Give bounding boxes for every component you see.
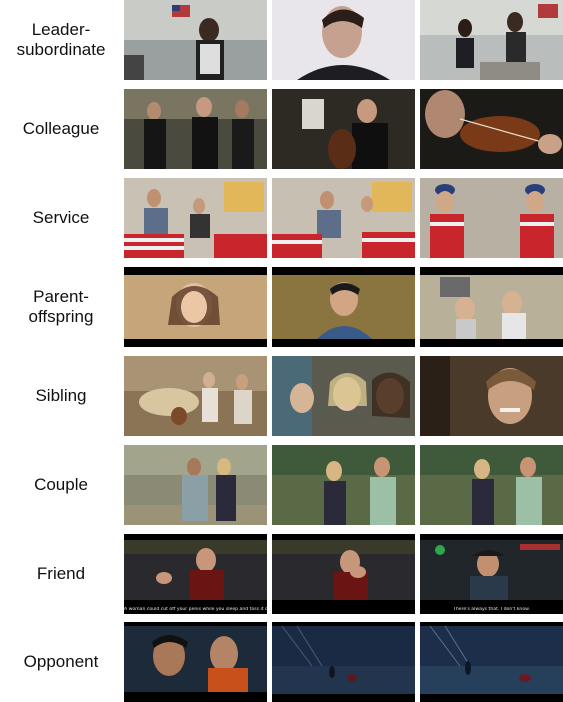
frame-2 xyxy=(272,178,415,258)
frame-2 xyxy=(272,534,415,614)
frame-2 xyxy=(272,0,415,80)
row-label: Friend xyxy=(36,564,86,583)
row-leader-subordinate: Leader- subordinate xyxy=(0,0,563,80)
frame-3 xyxy=(420,0,563,80)
frame-2 xyxy=(272,445,415,525)
row-label: Parent- offspring xyxy=(28,287,94,326)
row-label: Sibling xyxy=(35,386,87,405)
frame-1: A woman could cut off your penis while y… xyxy=(124,534,267,614)
frame-1 xyxy=(124,356,267,436)
row-label: Leader- subordinate xyxy=(16,20,106,59)
frame-3 xyxy=(420,89,563,169)
row-label: Colleague xyxy=(22,119,100,138)
frame-2 xyxy=(272,356,415,436)
row-label: Service xyxy=(32,208,90,227)
frame-3 xyxy=(420,267,563,347)
subtitle: There's always that. I don't know. xyxy=(453,606,530,612)
frame-3: There's always that. I don't know. xyxy=(420,534,563,614)
frame-3 xyxy=(420,622,563,702)
row-colleague: Colleague xyxy=(0,89,563,169)
frame-3 xyxy=(420,445,563,525)
frame-2 xyxy=(272,89,415,169)
row-opponent: Opponent xyxy=(0,622,563,702)
frame-1 xyxy=(124,267,267,347)
frame-3 xyxy=(420,356,563,436)
frame-3 xyxy=(420,178,563,258)
frame-2 xyxy=(272,267,415,347)
frame-1 xyxy=(124,0,267,80)
row-service: Service xyxy=(0,178,563,258)
frame-2 xyxy=(272,622,415,702)
row-label: Couple xyxy=(34,475,88,494)
frame-1 xyxy=(124,622,267,702)
frame-1 xyxy=(124,178,267,258)
row-friend: Friend A woman could cut off your penis … xyxy=(0,534,563,614)
relationship-grid: Leader- subordinate Colleague Service Pa… xyxy=(0,0,563,702)
row-parent-offspring: Parent- offspring xyxy=(0,267,563,347)
row-sibling: Sibling xyxy=(0,356,563,436)
row-couple: Couple xyxy=(0,445,563,525)
subtitle: A woman could cut off your penis while y… xyxy=(124,606,267,612)
frame-1 xyxy=(124,89,267,169)
row-label: Opponent xyxy=(23,652,99,671)
frame-1 xyxy=(124,445,267,525)
